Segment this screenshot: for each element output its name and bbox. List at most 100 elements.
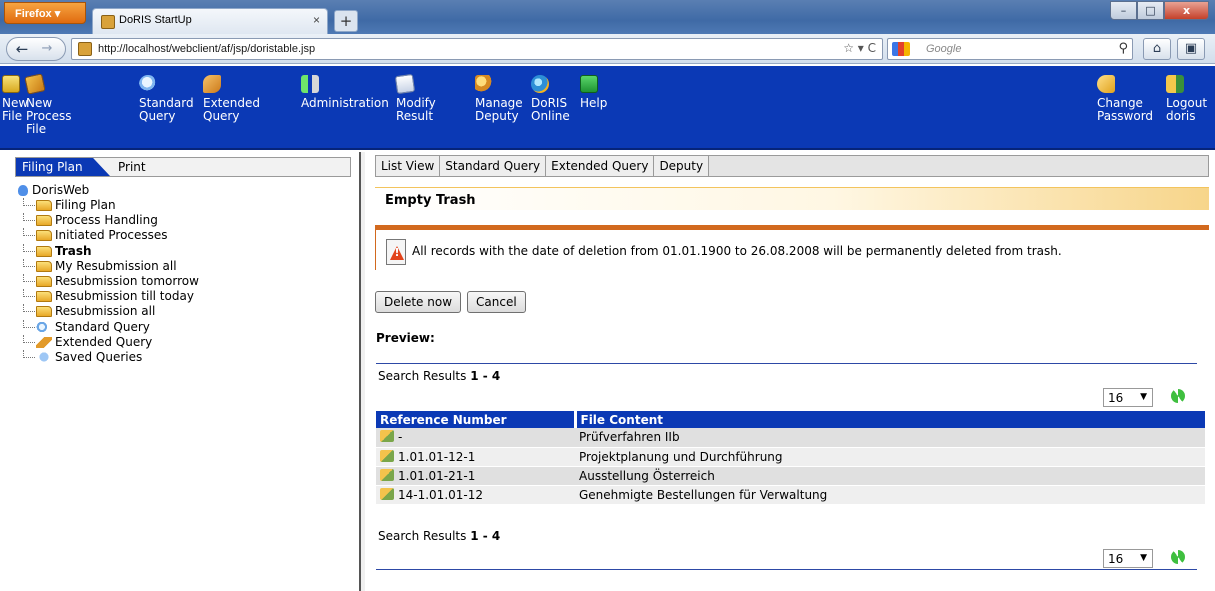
tab-deputy[interactable]: Deputy — [654, 156, 710, 176]
folder-icon — [36, 215, 52, 227]
tree-item-saved-queries[interactable]: Saved Queries — [15, 349, 199, 365]
toolbar-modify-result[interactable]: Modify Result — [394, 73, 436, 123]
toolbar-standard-query[interactable]: Standard Query — [139, 75, 194, 123]
tree-item-label: Filing Plan — [55, 198, 116, 212]
folder-icon — [36, 260, 52, 272]
tree-connector — [23, 198, 35, 206]
preview-label: Preview: — [376, 331, 435, 345]
tab-extended-query[interactable]: Extended Query — [546, 156, 655, 176]
table-row[interactable]: - Prüfverfahren IIb — [376, 428, 1205, 448]
toolbar-label: DoRIS Online — [531, 96, 570, 123]
minimize-button[interactable]: – — [1110, 1, 1137, 20]
tree-connector — [23, 258, 35, 267]
browser-navbar: ← → http://localhost/webclient/af/jsp/do… — [0, 34, 1215, 64]
table-cell: Prüfverfahren IIb — [575, 428, 1205, 448]
tree-item-resubmission-tomorrow[interactable]: Resubmission tomorrow — [15, 273, 199, 289]
url-text[interactable]: http://localhost/webclient/af/jsp/dorist… — [98, 43, 315, 55]
tree-root[interactable]: DorisWeb — [15, 183, 199, 198]
toolbar-logout[interactable]: Logout doris — [1166, 75, 1207, 123]
help-icon — [580, 75, 598, 93]
refresh-icon[interactable] — [1171, 550, 1185, 564]
table-row[interactable]: 1.01.01-21-1 Ausstellung Österreich — [376, 466, 1205, 486]
table-cell: - — [376, 428, 575, 448]
toolbar-label: Help — [580, 96, 608, 110]
tab-filing-plan[interactable]: Filing Plan — [16, 158, 110, 176]
tree-item-process-handling[interactable]: Process Handling — [15, 213, 199, 228]
tree-item-trash[interactable]: Trash — [15, 243, 199, 259]
search-bar[interactable]: Google ⚲ — [887, 38, 1133, 60]
table-cell: 1.01.01-21-1 — [376, 466, 575, 486]
panel-splitter[interactable] — [359, 152, 365, 591]
toolbar-new-file[interactable]: New File — [2, 75, 28, 123]
firefox-menu-button[interactable]: Firefox ▾ — [4, 2, 86, 24]
browser-tab[interactable]: DoRIS StartUp × — [92, 8, 328, 34]
forward-arrow-icon[interactable]: → — [37, 40, 57, 58]
toolbar-label: New Process File — [26, 96, 72, 136]
tree-item-extended-query[interactable]: Extended Query — [15, 334, 199, 350]
table-cell: Ausstellung Österreich — [575, 466, 1205, 486]
toolbar-change-password[interactable]: Change Password — [1097, 75, 1153, 123]
file-icon — [380, 449, 394, 462]
refresh-icon[interactable] — [1171, 389, 1185, 403]
main-tabs: List View Standard Query Extended Query … — [375, 155, 1209, 177]
maximize-button[interactable]: □ — [1137, 1, 1164, 20]
administration-icon — [301, 75, 319, 93]
divider — [376, 363, 1197, 364]
cancel-button[interactable]: Cancel — [467, 291, 526, 313]
table-cell: Genehmigte Bestellungen für Verwaltung — [575, 485, 1205, 505]
warning-message: All records with the date of deletion fr… — [375, 230, 1209, 270]
delete-now-button[interactable]: Delete now — [375, 291, 462, 313]
column-header[interactable]: File Content — [575, 411, 1205, 428]
tree-item-resubmission-till-today[interactable]: Resubmission till today — [15, 289, 199, 304]
toolbar-doris-online[interactable]: DoRIS Online — [531, 75, 570, 123]
section-header: Empty Trash — [375, 187, 1209, 210]
url-actions[interactable]: ☆ ▾ C — [843, 41, 876, 55]
toolbar-new-process-file[interactable]: New Process File — [24, 73, 72, 136]
tree-item-resubmission-all[interactable]: Resubmission all — [15, 304, 199, 319]
folder-icon — [36, 306, 52, 318]
tab-favicon-icon — [101, 15, 115, 29]
back-arrow-icon[interactable]: ← — [12, 40, 32, 58]
toolbar-extended-query[interactable]: Extended Query — [203, 75, 260, 123]
new-tab-button[interactable]: + — [334, 10, 358, 32]
tree-item-label: Resubmission till today — [55, 289, 194, 304]
tab-print[interactable]: Print — [112, 158, 152, 176]
close-window-button[interactable]: x — [1164, 1, 1209, 20]
saved-queries-icon — [36, 351, 52, 363]
globe-icon — [531, 75, 549, 93]
table-cell: 14-1.01.01-12 — [376, 485, 575, 505]
column-header[interactable]: Reference Number — [376, 411, 577, 428]
reference-number: - — [398, 430, 403, 445]
tree-item-my-resubmission-all[interactable]: My Resubmission all — [15, 258, 199, 274]
tab-close-icon[interactable]: × — [313, 13, 320, 27]
page-size-select-bottom[interactable]: 16 ▼ — [1103, 549, 1153, 568]
table-row[interactable]: 14-1.01.01-12 Genehmigte Bestellungen fü… — [376, 485, 1205, 505]
toolbar-label: Logout doris — [1166, 96, 1208, 123]
tree-connector — [23, 243, 35, 252]
bookmarks-button[interactable]: ▣ — [1177, 38, 1205, 60]
tree-item-initiated-processes[interactable]: Initiated Processes — [15, 228, 199, 243]
tree-item-filing-plan[interactable]: Filing Plan — [15, 198, 199, 213]
home-button[interactable]: ⌂ — [1143, 38, 1171, 60]
file-icon — [380, 468, 394, 481]
results-range: 1 - 4 — [470, 369, 501, 383]
tab-list-view[interactable]: List View — [376, 156, 441, 176]
search-results-count-bottom: Search Results 1 - 4 — [378, 529, 500, 543]
url-bar[interactable]: http://localhost/webclient/af/jsp/dorist… — [71, 38, 883, 60]
toolbar-administration[interactable]: Administration — [301, 75, 389, 110]
url-favicon-icon — [78, 42, 92, 56]
tree-item-standard-query[interactable]: Standard Query — [15, 319, 199, 335]
toolbar-help[interactable]: Help — [580, 75, 607, 110]
search-icon[interactable]: ⚲ — [1118, 41, 1128, 56]
tree-item-label: Saved Queries — [55, 349, 143, 364]
search-engine-icon[interactable] — [892, 42, 910, 56]
table-row[interactable]: 1.01.01-12-1 Projektplanung und Durchfüh… — [376, 447, 1205, 467]
search-placeholder[interactable]: Google — [926, 43, 961, 55]
left-panel-tabs: Filing Plan Print — [15, 157, 351, 177]
toolbar-manage-deputy[interactable]: Manage Deputy — [475, 75, 523, 123]
toolbar-label: Administration — [301, 96, 389, 110]
divider — [376, 569, 1197, 570]
tab-standard-query[interactable]: Standard Query — [440, 156, 547, 176]
new-process-icon — [24, 73, 46, 95]
page-size-select[interactable]: 16 ▼ — [1103, 388, 1153, 407]
